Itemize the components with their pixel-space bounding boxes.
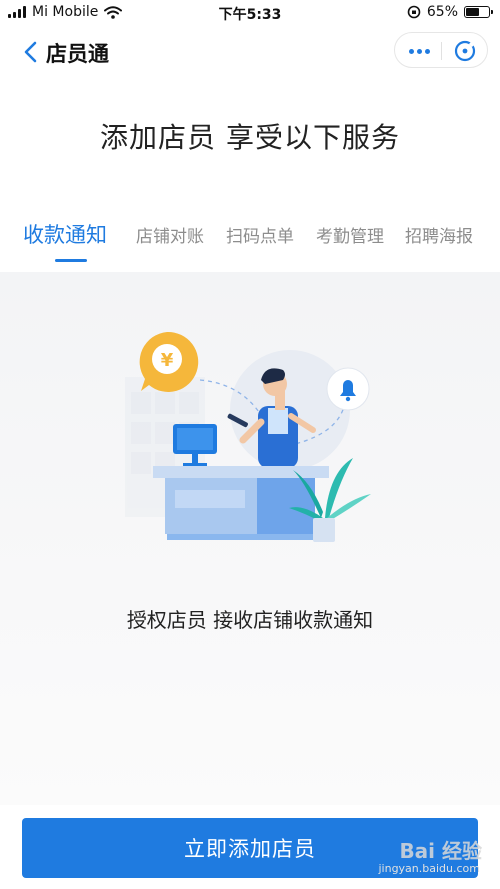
tab-store-reconciliation[interactable]: 店铺对账 — [136, 222, 204, 247]
status-bar: Mi Mobile 下午5:33 65% — [0, 0, 500, 26]
tab-recruit-poster[interactable]: 招聘海报 — [405, 222, 473, 247]
battery-percent: 65% — [426, 4, 458, 20]
close-icon — [454, 40, 476, 62]
baidu-watermark-url: jingyan.baidu.com — [378, 862, 480, 875]
tab-content: ¥ 授权店员 接收店铺收款通知 — [0, 272, 500, 805]
orientation-lock-icon — [407, 5, 421, 19]
capsule-divider — [441, 42, 442, 60]
nav-bar: 店员通 — [0, 26, 500, 78]
mini-program-capsule — [394, 32, 488, 68]
nav-title: 店员通 — [46, 42, 109, 66]
battery-fill — [466, 8, 479, 16]
counter-graphic — [153, 466, 329, 540]
status-right: 65% — [407, 4, 493, 20]
baidu-watermark: Bai 经验 — [399, 839, 482, 863]
tab-scan-order[interactable]: 扫码点单 — [226, 222, 294, 247]
more-icon — [416, 48, 422, 54]
cashier-illustration: ¥ — [125, 331, 371, 542]
close-button[interactable] — [447, 37, 483, 65]
more-icon — [408, 48, 414, 54]
bell-icon — [326, 367, 370, 411]
tab-attendance[interactable]: 考勤管理 — [316, 222, 384, 247]
back-button[interactable] — [20, 39, 44, 65]
back-icon — [24, 41, 37, 63]
yuan-coin-icon: ¥ — [139, 331, 199, 392]
battery-icon — [464, 6, 493, 18]
svg-text:¥: ¥ — [161, 350, 174, 371]
service-tabs: 收款通知 店铺对账 扫码点单 考勤管理 招聘海报 — [0, 210, 500, 272]
page-headline: 添加店员 享受以下服务 — [100, 121, 400, 154]
active-tab-indicator — [55, 259, 87, 262]
service-caption: 授权店员 接收店铺收款通知 — [126, 608, 374, 632]
more-button[interactable] — [401, 37, 437, 65]
tab-payment-notice[interactable]: 收款通知 — [23, 219, 107, 249]
more-icon — [424, 48, 430, 54]
